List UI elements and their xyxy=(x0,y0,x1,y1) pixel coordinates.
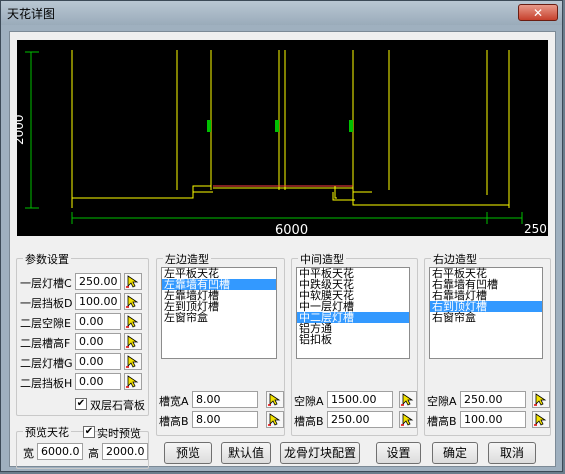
middle-shape-item[interactable]: 铝扣板 xyxy=(297,334,409,345)
left-field-input[interactable] xyxy=(192,391,258,408)
left-shape-title: 左边造型 xyxy=(163,251,211,267)
right-pick-icon[interactable] xyxy=(532,411,550,428)
param-input[interactable] xyxy=(75,353,121,370)
keel-light-config-button[interactable]: 龙骨灯块配置 xyxy=(280,442,360,464)
middle-pick-icon[interactable] xyxy=(399,391,417,408)
param-label: 一层挡板D xyxy=(20,297,73,310)
middle-pick-icon[interactable] xyxy=(399,411,417,428)
param-label: 二层槽高F xyxy=(20,337,71,350)
middle-field-input[interactable] xyxy=(327,391,393,408)
left-shape-item[interactable]: 左窗帘盒 xyxy=(162,312,276,323)
param-label: 二层灯槽G xyxy=(20,357,73,370)
dim-vertical-text: 2000 xyxy=(17,114,26,145)
left-field-label: 槽宽A xyxy=(159,395,189,408)
left-field-input[interactable] xyxy=(192,411,258,428)
left-shape-list[interactable]: 左平板天花 左靠墙有凹槽 左靠墙灯槽 左到顶灯槽 左窗帘盒 xyxy=(161,267,277,359)
ceiling-section-drawing: 2000 6000 250 xyxy=(17,50,547,236)
params-title: 参数设置 xyxy=(23,251,71,267)
dialog-client: 2000 6000 250 参数设置 一层灯槽C 250.00 一层挡板D 10… xyxy=(9,31,556,469)
dim-right-text: 250 xyxy=(524,222,547,236)
param-label: 一层灯槽C xyxy=(20,277,72,290)
right-shape-title: 右边造型 xyxy=(431,251,479,267)
right-field-input[interactable] xyxy=(460,411,526,428)
title-bar[interactable]: 天花详图 ✕ xyxy=(1,1,562,25)
right-pick-icon[interactable] xyxy=(532,391,550,408)
double-gypsum-checkbox[interactable]: ✔ xyxy=(75,398,87,410)
width-label: 宽 xyxy=(23,447,34,460)
height-input[interactable] xyxy=(102,443,148,460)
dim-width-text: 6000 xyxy=(275,223,308,236)
preview-button[interactable]: 预览 xyxy=(164,442,212,464)
ceiling-detail-window: 天花详图 ✕ 2000 6000 250 参数设置 一层灯槽C 250.00 一… xyxy=(0,0,563,472)
middle-field-label: 空隙A xyxy=(294,395,324,408)
ok-button[interactable]: 确定 xyxy=(432,442,478,464)
param-pick-icon[interactable] xyxy=(124,273,142,290)
middle-shape-title: 中间造型 xyxy=(298,251,346,267)
param-label: 二层挡板H xyxy=(20,377,73,390)
param-pick-icon[interactable] xyxy=(124,373,142,390)
preview-ceiling-title: 预览天花 xyxy=(23,424,71,440)
realtime-preview-label: 实时预览 xyxy=(97,427,141,440)
middle-field-label: 槽高B xyxy=(294,415,324,428)
height-label: 高 xyxy=(88,447,99,460)
settings-button[interactable]: 设置 xyxy=(376,442,421,464)
middle-shape-list[interactable]: 中平板天花 中跌级天花 中软膜天花 中一层灯槽 中二层灯槽 铝方通 铝扣板 xyxy=(296,267,410,359)
right-shape-item[interactable]: 右窗帘盒 xyxy=(430,312,542,323)
param-input[interactable] xyxy=(75,293,121,310)
param-input[interactable] xyxy=(75,373,121,390)
param-input[interactable] xyxy=(75,333,121,350)
left-pick-icon[interactable] xyxy=(266,411,284,428)
cad-preview: 2000 6000 250 xyxy=(17,40,548,236)
param-pick-icon[interactable] xyxy=(124,353,142,370)
right-field-input[interactable] xyxy=(460,391,526,408)
cancel-button[interactable]: 取消 xyxy=(488,442,536,464)
left-field-label: 槽高B xyxy=(159,415,189,428)
param-label: 二层空隙E xyxy=(20,317,71,330)
param-pick-icon[interactable] xyxy=(124,313,142,330)
right-shape-list[interactable]: 右平板天花 右靠墙有凹槽 右靠墙灯槽 右到顶灯槽 右窗帘盒 xyxy=(429,267,543,359)
close-button[interactable]: ✕ xyxy=(518,4,558,21)
right-field-label: 空隙A xyxy=(427,395,457,408)
param-pick-icon[interactable] xyxy=(124,333,142,350)
window-title: 天花详图 xyxy=(7,7,56,21)
width-input[interactable] xyxy=(37,443,83,460)
default-button[interactable]: 默认值 xyxy=(221,442,271,464)
left-pick-icon[interactable] xyxy=(266,391,284,408)
param-pick-icon[interactable] xyxy=(124,293,142,310)
realtime-preview-checkbox[interactable]: ✔ xyxy=(83,426,95,438)
double-gypsum-label: 双层石膏板 xyxy=(90,399,145,412)
right-field-label: 槽高B xyxy=(427,415,457,428)
middle-field-input[interactable] xyxy=(327,411,393,428)
param-input[interactable] xyxy=(75,273,121,290)
param-input[interactable] xyxy=(75,313,121,330)
